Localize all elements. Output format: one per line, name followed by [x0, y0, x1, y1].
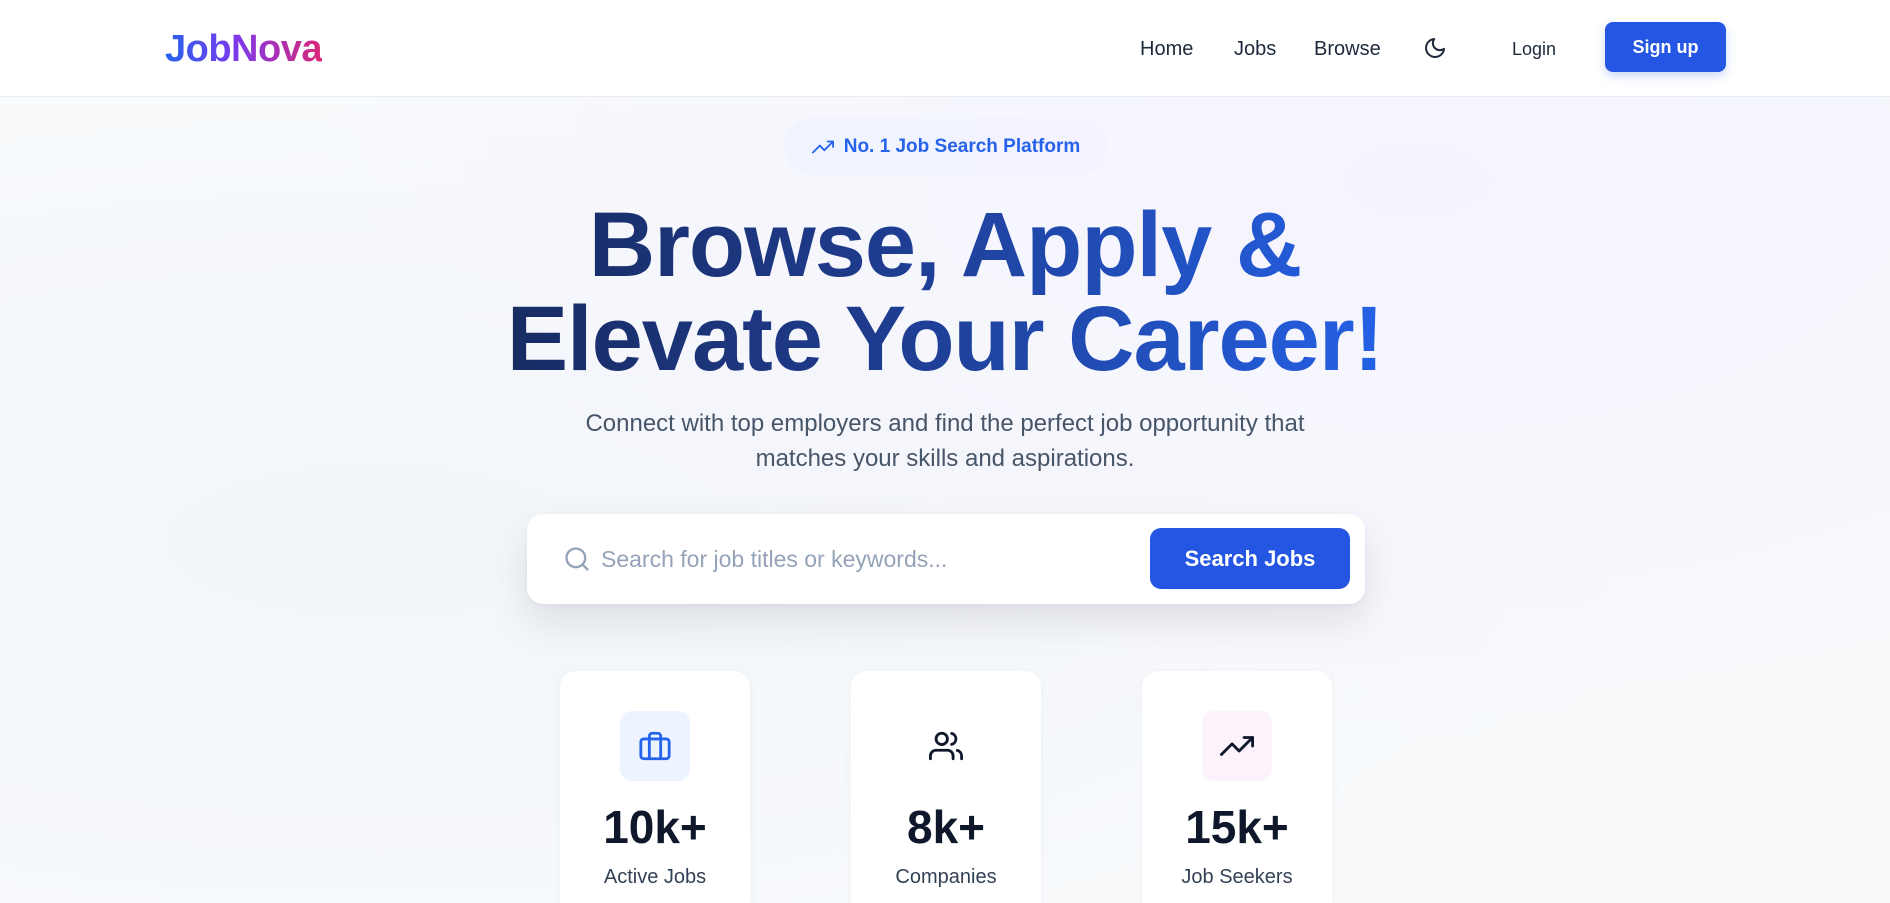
- search-bar: Search Jobs: [527, 514, 1365, 604]
- briefcase-icon: [639, 731, 671, 761]
- nav-link-home[interactable]: Home: [1140, 34, 1193, 64]
- stat-icon-container: [1202, 711, 1272, 781]
- stat-card-job-seekers: 15k+ Job Seekers: [1142, 671, 1332, 903]
- users-icon: [929, 731, 963, 761]
- stat-card-active-jobs: 10k+ Active Jobs: [560, 671, 750, 903]
- stat-icon-container: [911, 711, 981, 781]
- login-button[interactable]: Login: [1495, 28, 1573, 70]
- hero-title-line-2: Elevate Your Career!: [506, 288, 1384, 390]
- hero-title: Browse, Apply & Elevate Your Career!: [0, 198, 1890, 386]
- hero-badge-text: No. 1 Job Search Platform: [843, 135, 1081, 157]
- search-jobs-button[interactable]: Search Jobs: [1150, 528, 1350, 589]
- nav-link-jobs[interactable]: Jobs: [1234, 34, 1276, 64]
- signup-button[interactable]: Sign up: [1605, 22, 1726, 72]
- theme-toggle-button[interactable]: [1419, 32, 1451, 64]
- moon-icon: [1425, 38, 1445, 58]
- nav-link-browse[interactable]: Browse: [1314, 34, 1381, 64]
- hero-title-line-1: Browse, Apply &: [588, 194, 1302, 296]
- stat-value: 8k+: [906, 801, 986, 853]
- trending-up-icon: [1220, 736, 1254, 756]
- stat-label: Job Seekers: [1181, 866, 1293, 888]
- stat-value: 10k+: [603, 801, 707, 853]
- search-input[interactable]: [601, 536, 1121, 582]
- brand-logo[interactable]: JobNova: [165, 26, 322, 72]
- trending-up-icon: [811, 140, 834, 153]
- hero-subtitle: Connect with top employers and find the …: [585, 410, 1305, 472]
- stat-value: 15k+: [1185, 801, 1289, 853]
- stat-card-companies: 8k+ Companies: [851, 671, 1041, 903]
- top-navbar: JobNova Home Jobs Browse Login Sign up: [0, 0, 1890, 97]
- search-icon: [565, 547, 589, 571]
- stat-label: Active Jobs: [603, 866, 707, 888]
- stat-icon-container: [620, 711, 690, 781]
- stat-label: Companies: [895, 866, 997, 888]
- hero-badge: No. 1 Job Search Platform: [784, 118, 1108, 175]
